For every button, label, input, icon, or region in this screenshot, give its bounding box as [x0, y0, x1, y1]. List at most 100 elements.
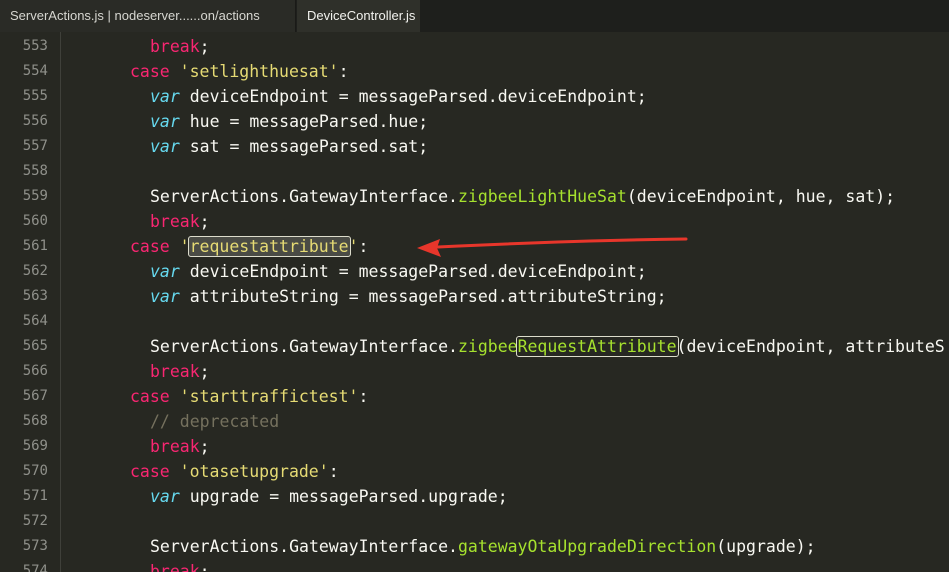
code-token: 'otasetupgrade'	[179, 462, 329, 481]
code-text: var deviceEndpoint = messageParsed.devic…	[150, 84, 647, 109]
line-number: 574	[22, 563, 48, 572]
code-token: RequestAttribute	[515, 336, 679, 357]
code-line[interactable]: 556 var hue = messageParsed.hue;	[0, 109, 949, 134]
code-text: ServerActions.GatewayInterface.zigbeeReq…	[150, 334, 945, 359]
code-line[interactable]: 554 case 'setlighthuesat':	[0, 59, 949, 84]
code-token: break	[150, 37, 200, 56]
code-line[interactable]: 571 var upgrade = messageParsed.upgrade;	[0, 484, 949, 509]
code-token: var	[150, 487, 180, 506]
code-token: 'starttraffictest'	[179, 387, 359, 406]
code-line[interactable]: 555 var deviceEndpoint = messageParsed.de…	[0, 84, 949, 109]
code-token: (upgrade);	[716, 537, 816, 556]
tab-bar: ServerActions.js | nodeserver......on/ac…	[0, 0, 949, 32]
line-number: 561	[22, 238, 48, 254]
code-text: var upgrade = messageParsed.upgrade;	[150, 484, 508, 509]
code-token: ServerActions.GatewayInterface.	[150, 337, 458, 356]
code-token: sat = messageParsed.sat;	[179, 137, 429, 156]
line-number: 571	[22, 488, 48, 504]
code-line[interactable]: 573 ServerActions.GatewayInterface.gatewa…	[0, 534, 949, 559]
code-token: deviceEndpoint = messageParsed.deviceEnd…	[179, 87, 647, 106]
code-line[interactable]: 561 case 'requestattribute':	[0, 234, 949, 259]
code-line[interactable]: 574 break;	[0, 559, 949, 572]
code-token: hue = messageParsed.hue;	[179, 112, 429, 131]
code-line[interactable]: 566 break;	[0, 359, 949, 384]
line-number: 562	[22, 263, 48, 279]
code-token: :	[358, 237, 369, 256]
code-line[interactable]: 572	[0, 509, 949, 534]
code-text: break;	[150, 559, 210, 572]
code-text: var hue = messageParsed.hue;	[150, 109, 428, 134]
line-number: 565	[22, 338, 48, 354]
code-text: case 'setlighthuesat':	[130, 59, 349, 84]
code-text: ServerActions.GatewayInterface.gatewayOt…	[150, 534, 816, 559]
code-text: var deviceEndpoint = messageParsed.devic…	[150, 259, 647, 284]
line-number: 563	[22, 288, 48, 304]
code-token: :	[338, 62, 349, 81]
line-number: 559	[22, 188, 48, 204]
line-number: 554	[22, 63, 48, 79]
code-line[interactable]: 558	[0, 159, 949, 184]
code-text: var attributeString = messageParsed.attr…	[150, 284, 667, 309]
code-line[interactable]: 568 // deprecated	[0, 409, 949, 434]
code-text: case 'requestattribute':	[130, 234, 368, 259]
code-token: var	[150, 87, 180, 106]
code-line[interactable]: 563 var attributeString = messageParsed.a…	[0, 284, 949, 309]
code-token: var	[150, 112, 180, 131]
code-line[interactable]: 560 break;	[0, 209, 949, 234]
line-number: 557	[22, 138, 48, 154]
line-number: 573	[22, 538, 48, 554]
code-token: case	[130, 462, 180, 481]
line-number: 570	[22, 463, 48, 479]
code-token: 'setlighthuesat'	[179, 62, 339, 81]
code-token: break	[150, 212, 200, 231]
code-token: break	[150, 362, 200, 381]
line-number: 567	[22, 388, 48, 404]
code-token: var	[150, 137, 180, 156]
code-text: break;	[150, 434, 210, 459]
code-editor[interactable]: 553 break; 554 case 'setlighthuesat': 555 var…	[0, 32, 949, 572]
code-line[interactable]: 565 ServerActions.GatewayInterface.zigbee…	[0, 334, 949, 359]
line-number: 566	[22, 363, 48, 379]
code-line[interactable]: 567 case 'starttraffictest':	[0, 384, 949, 409]
code-line[interactable]: 570 case 'otasetupgrade':	[0, 459, 949, 484]
code-text: // deprecated	[150, 409, 279, 434]
code-token: deviceEndpoint = messageParsed.deviceEnd…	[179, 262, 647, 281]
code-token: ;	[199, 437, 210, 456]
code-text: break;	[150, 359, 210, 384]
code-token: var	[150, 262, 180, 281]
code-line[interactable]: 553 break;	[0, 34, 949, 59]
code-line[interactable]: 564	[0, 309, 949, 334]
code-token: break	[150, 562, 200, 572]
line-number: 568	[22, 413, 48, 429]
code-line[interactable]: 562 var deviceEndpoint = messageParsed.de…	[0, 259, 949, 284]
code-text: case 'starttraffictest':	[130, 384, 368, 409]
line-number: 572	[22, 513, 48, 529]
code-token: ;	[199, 562, 210, 572]
code-token: :	[358, 387, 369, 406]
code-token: :	[328, 462, 339, 481]
code-token: requestattribute	[187, 236, 351, 257]
code-text: case 'otasetupgrade':	[130, 459, 339, 484]
tab-server-actions[interactable]: ServerActions.js | nodeserver......on/ac…	[0, 0, 296, 32]
code-token: attributeString = messageParsed.attribut…	[179, 287, 667, 306]
code-token: zigbeeLightHueSat	[457, 187, 627, 206]
line-number: 569	[22, 438, 48, 454]
code-line[interactable]: 559 ServerActions.GatewayInterface.zigbee…	[0, 184, 949, 209]
code-token: (deviceEndpoint, attributeS	[676, 337, 945, 356]
code-token: case	[130, 387, 180, 406]
code-token: // deprecated	[150, 412, 280, 431]
code-token: '	[348, 237, 359, 256]
code-line[interactable]: 569 break;	[0, 434, 949, 459]
code-token: ;	[199, 362, 210, 381]
code-token: ServerActions.GatewayInterface.	[150, 187, 458, 206]
line-number: 553	[22, 38, 48, 54]
code-token: case	[130, 237, 180, 256]
line-number: 555	[22, 88, 48, 104]
line-number: 558	[22, 163, 48, 179]
code-token: var	[150, 287, 180, 306]
tab-device-controller[interactable]: DeviceController.js	[297, 0, 420, 32]
code-line[interactable]: 557 var sat = messageParsed.sat;	[0, 134, 949, 159]
code-token: ;	[199, 212, 210, 231]
line-number: 556	[22, 113, 48, 129]
code-token: (deviceEndpoint, hue, sat);	[626, 187, 896, 206]
